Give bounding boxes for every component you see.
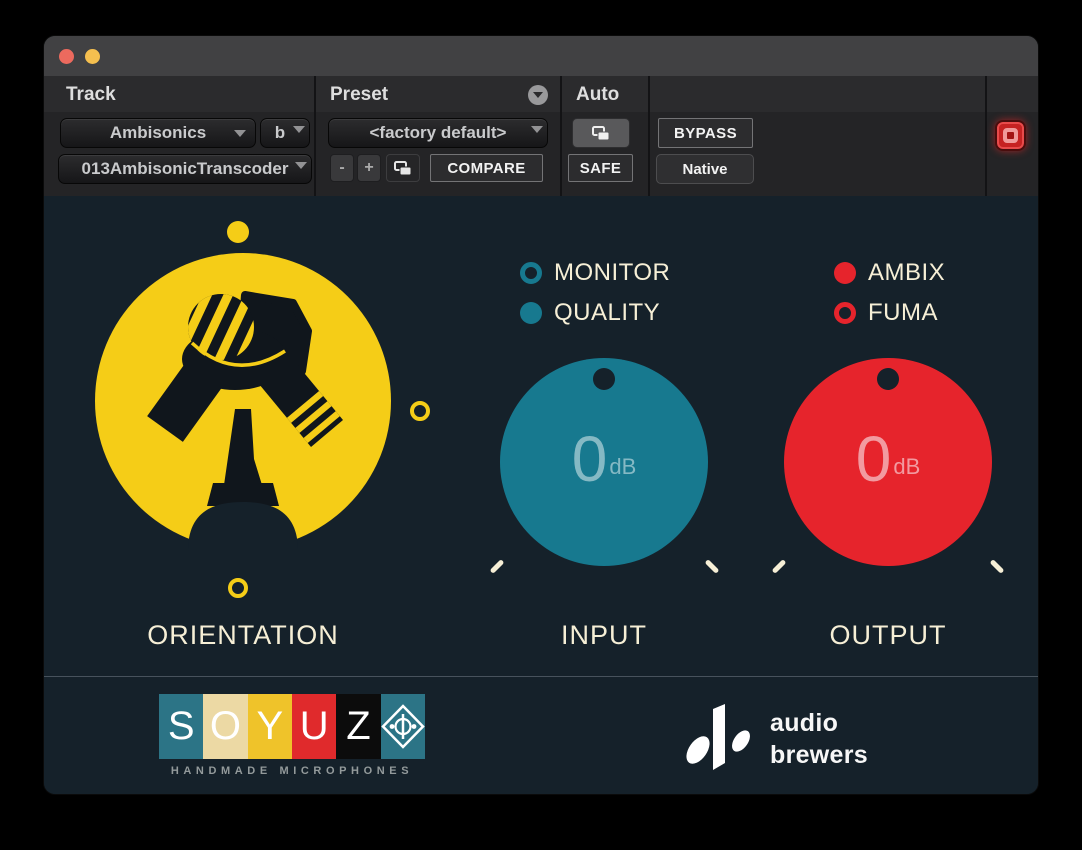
- plugin-footer: S O Y U Z HANDMADE MICROPHONES audio bre…: [44, 676, 1038, 794]
- circle-chevron-down-icon: [533, 92, 543, 98]
- header-divider: [985, 76, 987, 196]
- overlapping-squares-icon: [592, 125, 610, 140]
- chevron-down-icon: [295, 162, 307, 169]
- radio-circle-icon: [834, 302, 856, 324]
- audio-brewers-logo-icon: [686, 704, 750, 770]
- radio-monitor[interactable]: MONITOR: [520, 259, 671, 286]
- track-group-value: b: [274, 123, 286, 142]
- soyuz-emblem-tile: [380, 694, 425, 759]
- soyuz-tile: Y: [247, 694, 292, 759]
- knob-indicator-dot: [877, 368, 899, 390]
- orientation-handle-top[interactable]: [227, 221, 249, 243]
- radio-circle-icon: [520, 262, 542, 284]
- orientation-handle-bottom[interactable]: [228, 578, 248, 598]
- input-gain-value: 0dB: [571, 423, 637, 495]
- close-button[interactable]: [59, 49, 74, 64]
- radio-label: FUMA: [868, 299, 938, 326]
- audio-brewers-wordmark: audio brewers: [770, 707, 868, 771]
- radio-circle-icon: [834, 262, 856, 284]
- radio-ambix[interactable]: AMBIX: [834, 259, 946, 286]
- safe-button[interactable]: SAFE: [568, 154, 633, 182]
- header-divider: [648, 76, 650, 196]
- output-label: OUTPUT: [829, 620, 947, 650]
- soyuz-tagline: HANDMADE MICROPHONES: [170, 765, 414, 777]
- auto-librarian-button[interactable]: [572, 118, 630, 148]
- radio-fuma[interactable]: FUMA: [834, 299, 938, 326]
- knob-max-tick: [704, 559, 720, 574]
- header-divider: [560, 76, 562, 196]
- preset-previous-button[interactable]: -: [330, 154, 354, 182]
- soyuz-tile: U: [291, 694, 337, 759]
- plugin-name-value: 013AmbisonicTranscoder: [81, 159, 289, 178]
- plugin-main-panel: MONITOR QUALITY AMBIX FUMA 0dB 0dB ORIEN…: [44, 196, 1038, 676]
- track-group-dropdown[interactable]: b: [260, 118, 310, 148]
- output-gain-value: 0dB: [855, 423, 921, 495]
- preset-dropdown[interactable]: <factory default>: [328, 118, 548, 148]
- radio-circle-icon: [520, 302, 542, 324]
- plugin-header: Track Preset Auto Ambisonics b <factory …: [44, 76, 1038, 196]
- soyuz-diamond-emblem-icon: [381, 704, 425, 749]
- preset-librarian-button[interactable]: [386, 154, 420, 182]
- output-gain-knob[interactable]: 0dB: [784, 358, 992, 566]
- plugin-target-button[interactable]: [995, 120, 1026, 151]
- input-label: INPUT: [561, 620, 647, 650]
- window-titlebar[interactable]: [44, 36, 1038, 76]
- soyuz-tile: O: [203, 694, 248, 759]
- soyuz-tile: Z: [336, 694, 381, 759]
- track-name-dropdown[interactable]: Ambisonics: [60, 118, 256, 148]
- compare-button[interactable]: COMPARE: [430, 154, 543, 182]
- target-icon: [1003, 128, 1018, 143]
- chevron-down-icon: [293, 126, 305, 133]
- preset-menu-button[interactable]: [528, 85, 548, 105]
- native-button[interactable]: Native: [656, 154, 754, 184]
- brand-line: audio: [770, 709, 839, 737]
- plugin-window: Track Preset Auto Ambisonics b <factory …: [44, 36, 1038, 794]
- soyuz-logo: S O Y U Z: [159, 694, 425, 759]
- overlapping-squares-icon: [394, 160, 412, 175]
- radio-quality[interactable]: QUALITY: [520, 299, 661, 326]
- orientation-control[interactable]: [95, 253, 391, 549]
- radio-label: QUALITY: [554, 299, 661, 326]
- preset-value: <factory default>: [369, 123, 507, 142]
- track-name-value: Ambisonics: [109, 123, 207, 142]
- knob-indicator-dot: [593, 368, 615, 390]
- orientation-handle-right[interactable]: [410, 401, 430, 421]
- knob-min-tick: [489, 559, 505, 574]
- bypass-button[interactable]: BYPASS: [658, 118, 753, 148]
- radio-label: MONITOR: [554, 259, 671, 286]
- chevron-down-icon: [531, 126, 543, 133]
- knob-max-tick: [989, 559, 1005, 574]
- soyuz-tile: S: [159, 694, 204, 759]
- preset-section-label: Preset: [330, 84, 389, 105]
- preset-next-button[interactable]: +: [357, 154, 381, 182]
- radio-label: AMBIX: [868, 259, 946, 286]
- chevron-down-icon: [234, 130, 246, 137]
- plugin-name-dropdown[interactable]: 013AmbisonicTranscoder: [58, 154, 312, 184]
- header-divider: [314, 76, 316, 196]
- input-gain-knob[interactable]: 0dB: [500, 358, 708, 566]
- track-section-label: Track: [66, 84, 116, 105]
- minimize-button[interactable]: [85, 49, 100, 64]
- knob-min-tick: [771, 559, 787, 574]
- orientation-label: ORIENTATION: [147, 620, 339, 650]
- auto-section-label: Auto: [576, 84, 620, 105]
- brand-line: brewers: [770, 741, 868, 769]
